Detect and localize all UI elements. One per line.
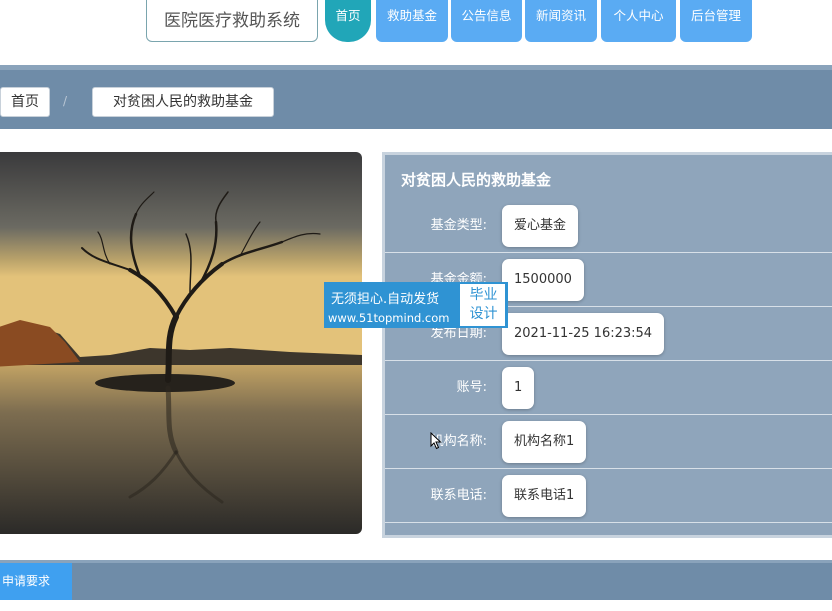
breadcrumb: 首页 / 对贫困人民的救助基金: [0, 65, 832, 129]
field-row-institution: 机构名称: 机构名称1: [385, 415, 832, 469]
field-row-account: 账号: 1: [385, 361, 832, 415]
watermark-url: www.51topmind.com: [328, 311, 450, 325]
fund-image: [0, 152, 362, 534]
breadcrumb-current: 对贫困人民的救助基金: [92, 87, 274, 117]
breadcrumb-home[interactable]: 首页: [0, 87, 50, 117]
bottom-tab-bar: 申请要求: [0, 560, 832, 600]
field-value: 机构名称1: [502, 421, 587, 463]
field-value: 联系电话1: [502, 475, 587, 517]
nav-relief-fund[interactable]: 救助基金: [376, 0, 448, 42]
site-title: 医院医疗救助系统: [146, 0, 318, 42]
field-row-phone: 联系电话: 联系电话1: [385, 469, 832, 523]
field-value: 爱心基金: [502, 205, 579, 247]
nav-announcements[interactable]: 公告信息: [451, 0, 522, 42]
field-label: 基金类型:: [430, 218, 487, 233]
breadcrumb-separator: /: [63, 94, 68, 108]
mouse-cursor-icon: [430, 432, 442, 450]
field-value: 1: [502, 367, 535, 409]
field-value: 1500000: [502, 259, 584, 301]
tab-application-requirements[interactable]: 申请要求: [0, 563, 72, 600]
watermark-banner: 无须担心.自动发货 www.51topmind.com 毕业 设计: [324, 282, 508, 328]
watermark-badge-top: 毕业: [469, 287, 498, 303]
nav-home[interactable]: 首页: [325, 0, 371, 42]
nav-personal-center[interactable]: 个人中心: [601, 0, 676, 42]
fund-title: 对贫困人民的救助基金: [401, 171, 552, 189]
field-value: 2021-11-25 16:23:54: [502, 313, 665, 355]
watermark-line1: 无须担心.自动发货: [331, 292, 440, 307]
fund-detail-panel: 对贫困人民的救助基金 基金类型: 爱心基金 基金金额: 1500000 发布日期…: [382, 152, 832, 538]
nav-admin[interactable]: 后台管理: [680, 0, 752, 42]
nav-news[interactable]: 新闻资讯: [525, 0, 597, 42]
field-label: 账号:: [456, 380, 487, 395]
watermark-badge-bottom: 设计: [469, 306, 498, 322]
field-label: 联系电话:: [430, 488, 487, 503]
watermark-badge: 毕业 设计: [460, 284, 505, 326]
field-row-fund-type: 基金类型: 爱心基金: [385, 199, 832, 253]
top-navigation: 医院医疗救助系统 首页 救助基金 公告信息 新闻资讯 个人中心 后台管理: [0, 0, 832, 62]
